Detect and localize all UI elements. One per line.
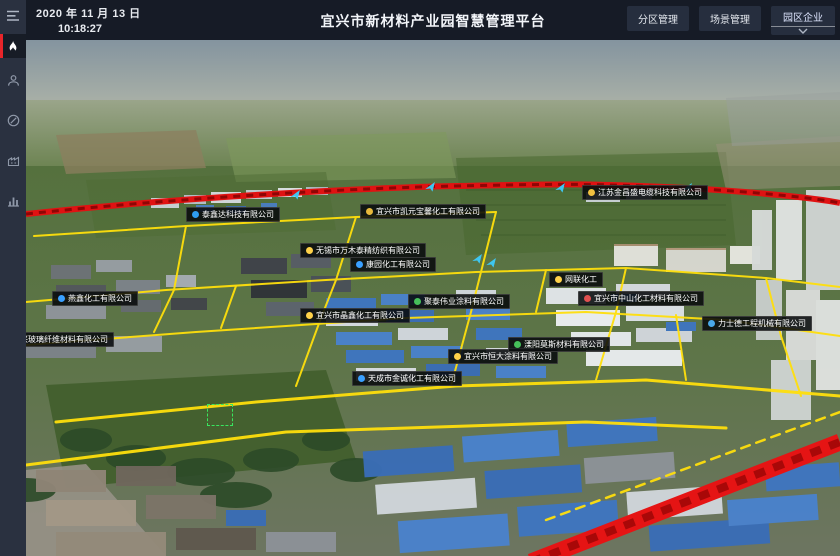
- header-time: 10:18:27: [58, 23, 141, 35]
- company-marker-icon: [306, 247, 313, 254]
- company-label-text: 泰鑫达科技有限公司: [202, 208, 274, 221]
- company-marker-icon: [356, 261, 363, 268]
- company-label[interactable]: 聚泰伟业涂料有限公司: [408, 294, 510, 309]
- company-label[interactable]: 燕鑫化工有限公司: [52, 291, 138, 306]
- company-marker-icon: [555, 276, 562, 283]
- company-labels-layer: 泰鑫达科技有限公司 宜兴市凯元宝馨化工有限公司 江苏金昌盛电缆科技有限公司无锡市万木…: [26, 40, 840, 556]
- factory-icon: [7, 154, 20, 167]
- company-label-text: 宜兴市晶鑫化工有限公司: [316, 309, 404, 322]
- sidebar-item-monitor[interactable]: [0, 108, 26, 132]
- gauge-icon: [7, 114, 20, 127]
- menu-toggle-button[interactable]: [0, 4, 26, 28]
- plane-marker-icon[interactable]: [554, 183, 567, 194]
- company-marker-icon: [192, 211, 199, 218]
- company-label-text: 宜兴玻璃纤维材料有限公司: [26, 333, 108, 346]
- plane-marker-icon[interactable]: [485, 258, 498, 269]
- park-enterprise-dropdown[interactable]: 园区企业: [771, 6, 835, 35]
- company-label-text: 康园化工有限公司: [366, 258, 430, 271]
- menu-icon: [6, 10, 20, 22]
- header-date: 2020 年 11 月 13 日: [36, 5, 141, 21]
- company-label-text: 溧阳莫斯材料有限公司: [524, 338, 604, 351]
- company-label[interactable]: 宜兴市凯元宝馨化工有限公司: [360, 204, 486, 219]
- plane-marker-icon[interactable]: [471, 254, 484, 265]
- sidebar-item-fire-monitor[interactable]: [0, 34, 26, 58]
- company-label[interactable]: 江苏金昌盛电缆科技有限公司: [582, 185, 708, 200]
- company-label[interactable]: 天成市金诚化工有限公司: [352, 371, 462, 386]
- user-icon: [7, 74, 20, 87]
- company-marker-icon: [588, 189, 595, 196]
- company-label[interactable]: 溧阳莫斯材料有限公司: [508, 337, 610, 352]
- park-enterprise-dropdown-label: 园区企业: [771, 8, 835, 27]
- map-3d-view[interactable]: 泰鑫达科技有限公司 宜兴市凯元宝馨化工有限公司 江苏金昌盛电缆科技有限公司无锡市万木…: [26, 40, 840, 556]
- header: 2020 年 11 月 13 日 10:18:27 宜兴市新材料产业园智慧管理平…: [26, 0, 840, 40]
- company-label-text: 无锡市万木泰精纺织有限公司: [316, 244, 420, 257]
- company-label-text: 天成市金诚化工有限公司: [368, 372, 456, 385]
- company-label[interactable]: 网联化工: [549, 272, 603, 287]
- company-label-text: 江苏金昌盛电缆科技有限公司: [598, 186, 702, 199]
- zone-management-button[interactable]: 分区管理: [627, 6, 689, 31]
- flame-icon: [7, 40, 19, 53]
- company-marker-icon: [454, 353, 461, 360]
- company-label-text: 宜兴市凯元宝馨化工有限公司: [376, 205, 480, 218]
- company-label-text: 力士德工程机械有限公司: [718, 317, 806, 330]
- selection-marquee[interactable]: [207, 404, 233, 426]
- company-marker-icon: [306, 312, 313, 319]
- sidebar-item-enterprise[interactable]: [0, 148, 26, 172]
- sidebar: [0, 0, 26, 556]
- company-label[interactable]: 泰鑫达科技有限公司: [186, 207, 280, 222]
- sidebar-item-statistics[interactable]: [0, 188, 26, 212]
- company-label[interactable]: 宜兴市中山化工材料有限公司: [578, 291, 704, 306]
- company-label[interactable]: 宜兴玻璃纤维材料有限公司: [26, 332, 114, 347]
- company-label-text: 网联化工: [565, 273, 597, 286]
- scene-management-button[interactable]: 场景管理: [699, 6, 761, 31]
- chevron-down-icon: [798, 28, 808, 34]
- company-label-text: 燕鑫化工有限公司: [68, 292, 132, 305]
- plane-marker-icon[interactable]: [289, 190, 302, 201]
- datetime-block: 2020 年 11 月 13 日 10:18:27: [36, 5, 141, 35]
- company-label[interactable]: 康园化工有限公司: [350, 257, 436, 272]
- company-label[interactable]: 力士德工程机械有限公司: [702, 316, 812, 331]
- page-title: 宜兴市新材料产业园智慧管理平台: [321, 11, 546, 31]
- company-label[interactable]: 无锡市万木泰精纺织有限公司: [300, 243, 426, 258]
- company-marker-icon: [584, 295, 591, 302]
- company-label[interactable]: 宜兴市晶鑫化工有限公司: [300, 308, 410, 323]
- plane-marker-icon[interactable]: [424, 182, 437, 193]
- company-label-text: 宜兴市中山化工材料有限公司: [594, 292, 698, 305]
- company-label-text: 聚泰伟业涂料有限公司: [424, 295, 504, 308]
- sidebar-item-personnel[interactable]: [0, 68, 26, 92]
- company-marker-icon: [366, 208, 373, 215]
- header-actions: 分区管理 场景管理 园区企业: [627, 6, 835, 35]
- company-marker-icon: [358, 375, 365, 382]
- company-marker-icon: [514, 341, 521, 348]
- company-marker-icon: [708, 320, 715, 327]
- bar-chart-icon: [7, 194, 20, 207]
- company-marker-icon: [414, 298, 421, 305]
- company-marker-icon: [58, 295, 65, 302]
